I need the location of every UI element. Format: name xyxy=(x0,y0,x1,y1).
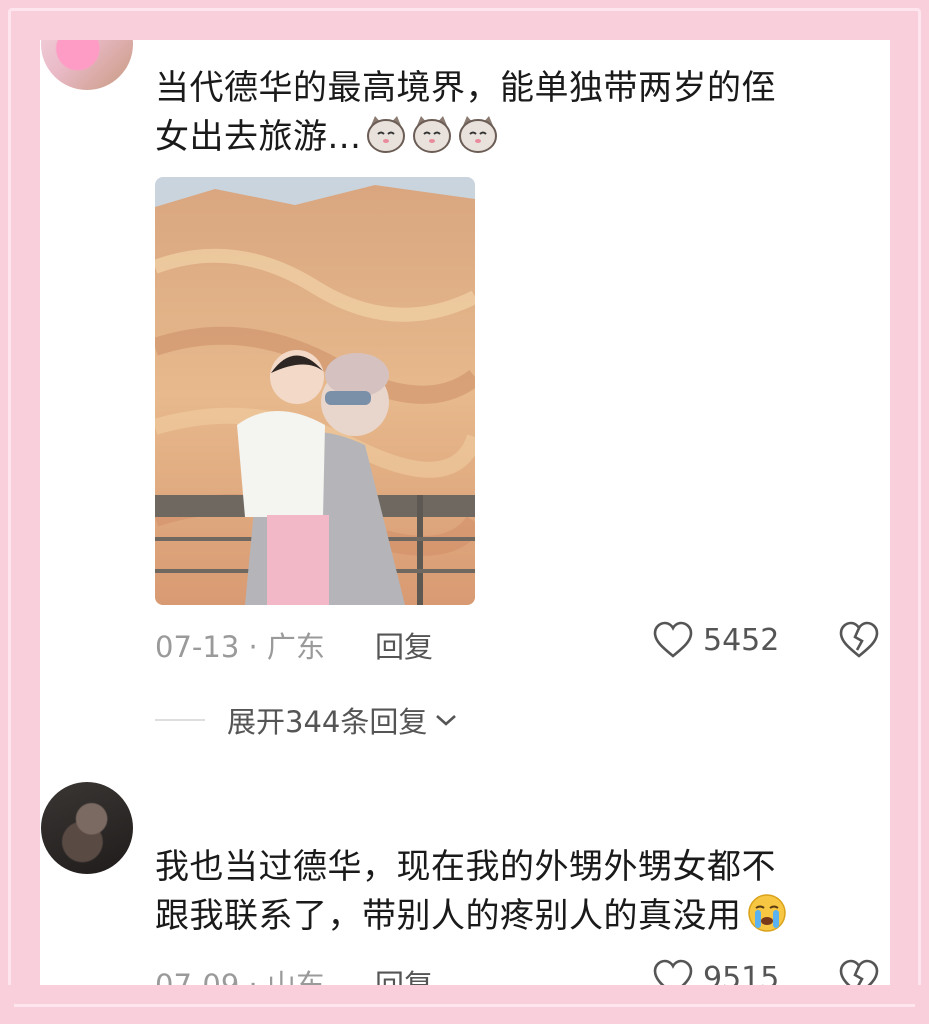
avatar[interactable] xyxy=(41,40,133,90)
comment-text[interactable]: 我也当过德华，现在我的外甥外甥女都不 跟我联系了，带别人的疼别人的真没用 xyxy=(155,843,865,941)
comment-text-line: 女出去旅游... xyxy=(155,117,362,157)
like-count: 5452 xyxy=(703,623,780,658)
expand-replies-button[interactable]: 展开344条回复 xyxy=(155,700,459,740)
photo-image xyxy=(155,177,475,605)
cat-face-emoji xyxy=(367,116,406,153)
comment-text-line: 跟我联系了，带别人的疼别人的真没用 xyxy=(155,896,742,936)
broken-heart-icon[interactable] xyxy=(838,958,880,985)
comment-text-line: 当代德华的最高境界，能单独带两岁的侄 xyxy=(155,68,776,108)
broken-heart-icon[interactable] xyxy=(838,620,880,660)
comment-text[interactable]: 当代德华的最高境界，能单独带两岁的侄 女出去旅游... xyxy=(155,64,865,162)
frame-line xyxy=(14,1004,915,1007)
chevron-down-icon xyxy=(436,715,457,726)
comment-list[interactable]: 当代德华的最高境界，能单独带两岁的侄 女出去旅游... 07-13 · 广东 回… xyxy=(40,40,890,985)
comment-date-location: 07-09 · 山东 xyxy=(155,968,325,985)
divider xyxy=(155,719,205,721)
cat-face-emoji xyxy=(459,116,498,153)
avatar[interactable] xyxy=(41,782,133,874)
cat-face-emoji xyxy=(413,116,452,153)
like-count: 9515 xyxy=(703,961,780,985)
comment-text-line: 我也当过德华，现在我的外甥外甥女都不 xyxy=(155,847,776,887)
expand-replies-label: 展开344条回复 xyxy=(227,705,428,739)
heart-outline-icon[interactable] xyxy=(652,620,694,660)
reply-button[interactable]: 回复 xyxy=(375,624,433,666)
heart-outline-icon[interactable] xyxy=(652,958,694,985)
comment-date-location: 07-13 · 广东 xyxy=(155,630,325,664)
reply-button[interactable]: 回复 xyxy=(375,962,433,985)
crying-face-emoji xyxy=(747,894,786,932)
comment-photo[interactable] xyxy=(155,177,475,605)
